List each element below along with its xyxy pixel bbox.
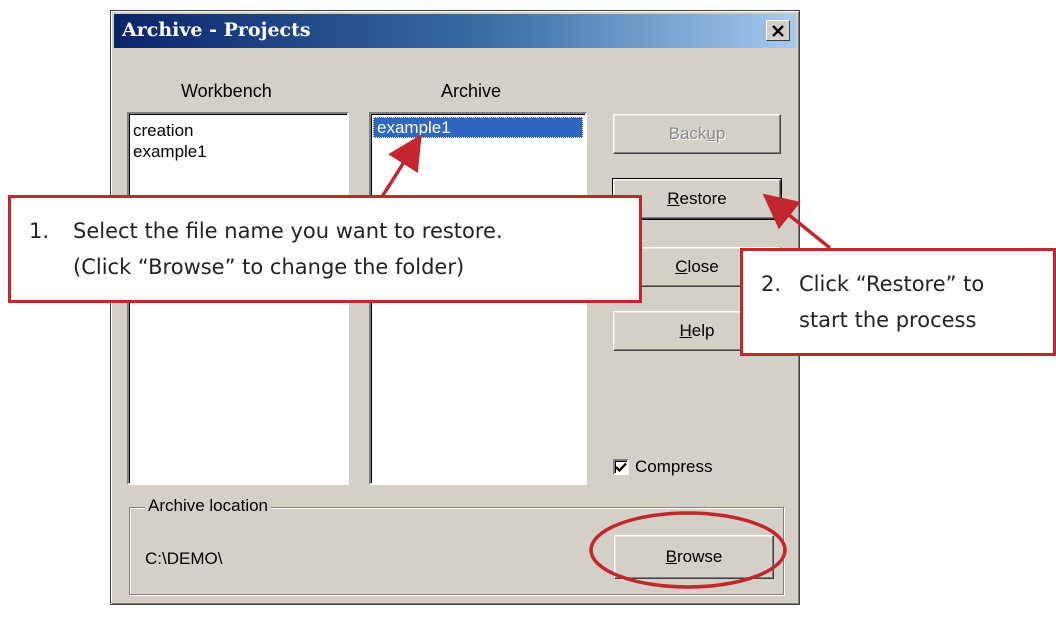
callout-two-line2: start the process (799, 308, 977, 332)
callout-two-arrow (762, 193, 832, 250)
callout-one-arrow (378, 134, 422, 201)
callout-one-line2: (Click “Browse” to change the folder) (73, 255, 465, 279)
callout-two-line1: Click “Restore” to (799, 272, 985, 296)
callout-one-number: 1. (29, 219, 50, 243)
callout-two-number: 2. (761, 272, 782, 296)
callout-one: 1. Select the file name you want to rest… (8, 195, 642, 303)
callout-one-line1: Select the file name you want to restore… (73, 219, 503, 243)
callout-two: 2. Click “Restore” to start the process (740, 248, 1056, 356)
browse-highlight-circle (589, 511, 787, 589)
